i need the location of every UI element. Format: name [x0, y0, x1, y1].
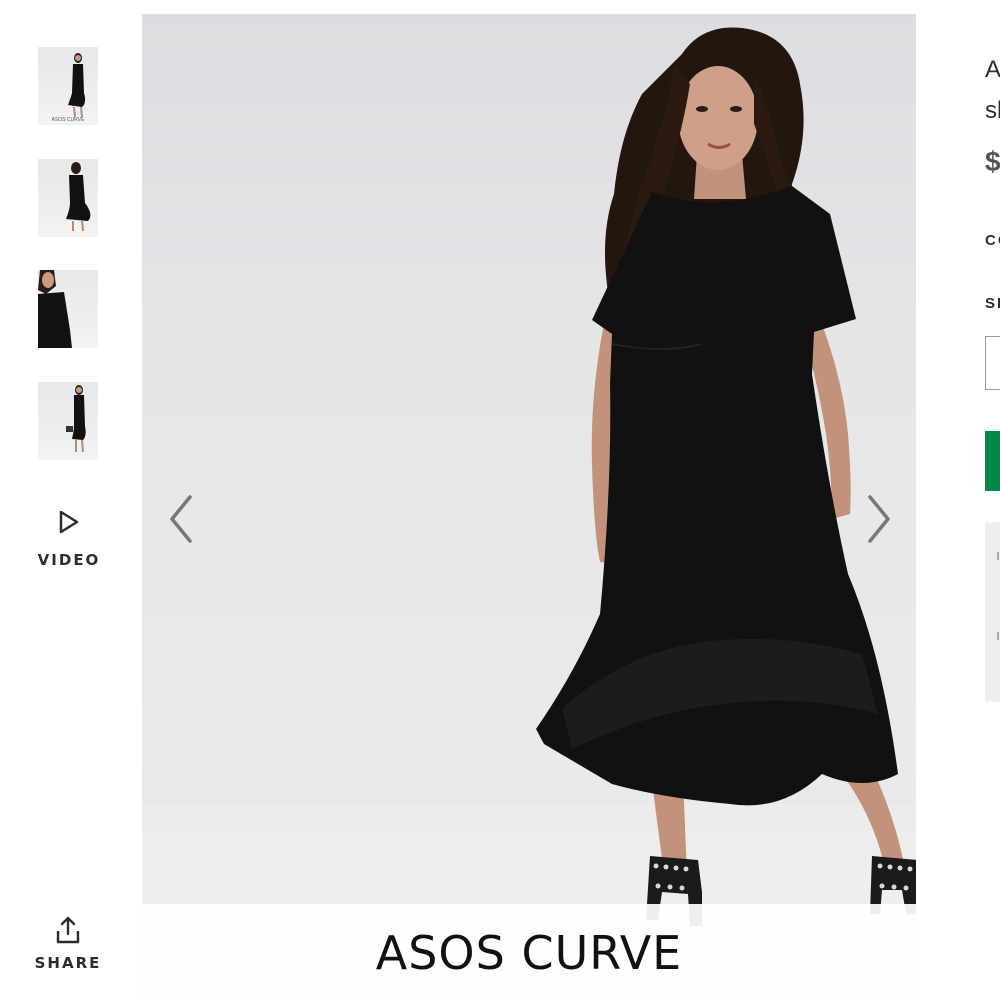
next-image-arrow-icon[interactable]: [858, 489, 898, 549]
video-label: VIDEO: [37, 551, 101, 569]
thumbnail-rail: ASOS CURVE VIDEO SHARE: [0, 0, 140, 1000]
thumbnail-back-image: [66, 162, 91, 232]
main-product-image[interactable]: ASOS CURVE: [142, 14, 916, 1000]
delivery-info-panel: [985, 522, 1000, 702]
thumbnail-front-wide-image: [66, 385, 86, 453]
previous-image-arrow-icon[interactable]: [162, 489, 202, 549]
thumbnail-caption: ASOS CURVE: [52, 117, 85, 123]
thumbnail-front-wide[interactable]: [38, 382, 98, 460]
size-select[interactable]: [985, 336, 1000, 390]
video-button[interactable]: VIDEO: [30, 508, 108, 569]
size-label: SI: [985, 295, 1000, 312]
product-title-line-2: sl: [985, 97, 1000, 124]
model-in-black-dress: [536, 27, 916, 926]
thumbnail-closeup[interactable]: [38, 270, 98, 348]
add-to-bag-button[interactable]: [985, 431, 1000, 491]
thumbnail-back[interactable]: [38, 159, 98, 237]
share-button[interactable]: SHARE: [28, 915, 108, 972]
play-icon: [59, 510, 79, 534]
share-icon: [56, 916, 80, 944]
brand-caption: ASOS CURVE: [375, 926, 683, 980]
product-info-column: A sl $ CO SI: [985, 0, 1000, 1000]
brand-caption-bar: ASOS CURVE: [142, 904, 916, 1000]
product-price: $: [985, 146, 1000, 177]
thumbnail-front[interactable]: ASOS CURVE: [38, 47, 98, 125]
thumbnail-closeup-image: [38, 270, 72, 348]
share-label: SHARE: [34, 954, 102, 972]
product-title-line-1: A: [985, 56, 1000, 83]
thumbnail-front-image: ASOS CURVE: [52, 53, 86, 123]
colour-label: CO: [985, 232, 1000, 249]
